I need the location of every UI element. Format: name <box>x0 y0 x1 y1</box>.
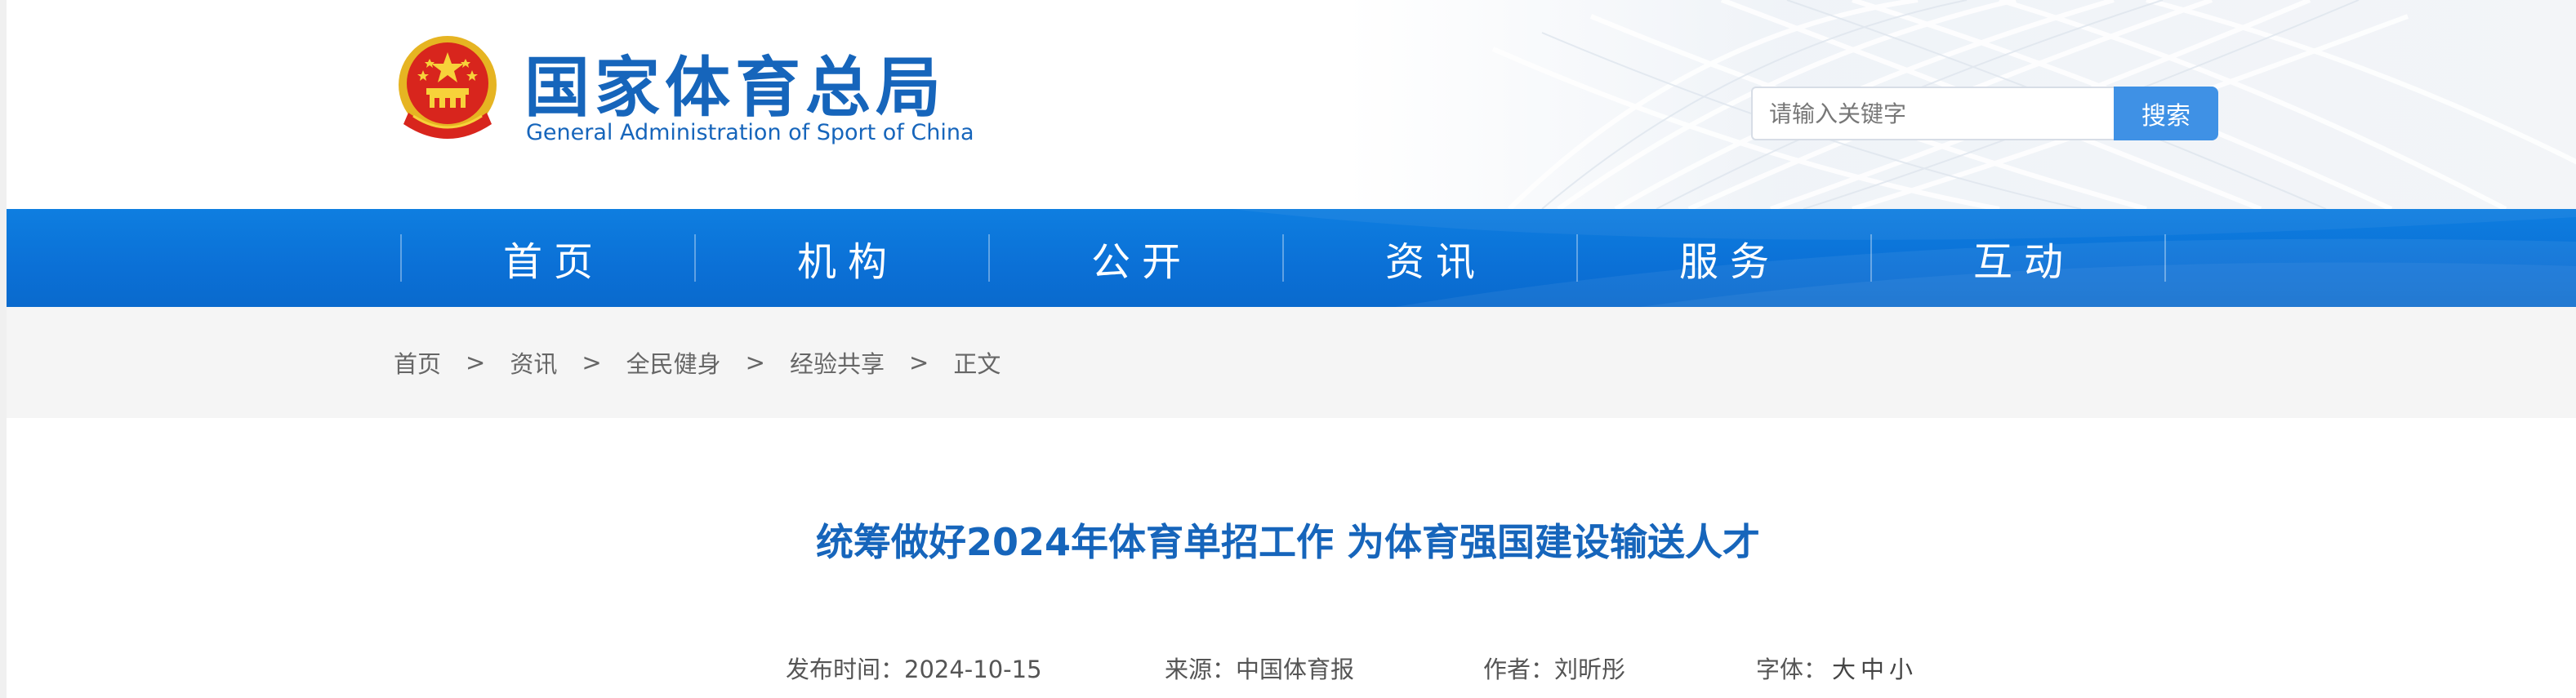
org-name-english: General Administration of Sport of China <box>526 120 974 145</box>
font-size-medium[interactable]: 中 <box>1861 656 1884 683</box>
breadcrumb-separator: > <box>582 349 602 376</box>
nav-item-disclosure[interactable]: 公开 <box>990 209 1282 307</box>
nav-divider <box>2164 234 2166 282</box>
site-logo[interactable]: 国家体育总局 General Administration of Sport o… <box>394 33 974 155</box>
breadcrumb-experience[interactable]: 经验共享 <box>790 345 885 380</box>
font-size-small[interactable]: 小 <box>1889 656 1913 683</box>
font-size-large[interactable]: 大 <box>1832 656 1856 683</box>
article-title: 统筹做好2024年体育单招工作 为体育强国建设输送人才 <box>815 520 1761 564</box>
publish-date: 发布时间：2024-10-15 <box>786 656 1042 683</box>
breadcrumb-separator: > <box>466 349 486 376</box>
breadcrumb-separator: > <box>909 349 929 376</box>
nav-item-services[interactable]: 服务 <box>1578 209 1870 307</box>
breadcrumb-home[interactable]: 首页 <box>394 345 441 380</box>
national-emblem-icon <box>399 36 497 139</box>
breadcrumb-fitness[interactable]: 全民健身 <box>626 345 721 380</box>
search-button[interactable]: 搜索 <box>2114 87 2218 140</box>
site-header: 国家体育总局 General Administration of Sport o… <box>7 0 2576 209</box>
main-nav: 首页 机构 公开 资讯 服务 互动 <box>7 209 2576 307</box>
breadcrumb-current: 正文 <box>953 350 1001 378</box>
font-size-control: 字体：大中小 <box>1756 653 1913 686</box>
nav-item-news[interactable]: 资讯 <box>1284 209 1576 307</box>
nav-item-interaction[interactable]: 互动 <box>1872 209 2164 307</box>
org-name-chinese: 国家体育总局 <box>524 50 946 126</box>
font-size-label: 字体： <box>1756 656 1828 683</box>
nav-item-institutions[interactable]: 机构 <box>696 209 988 307</box>
breadcrumb-separator: > <box>745 349 765 376</box>
article-author: 作者：刘昕彤 <box>1483 656 1626 683</box>
search-box: 搜索 <box>1751 87 2218 140</box>
breadcrumb-news[interactable]: 资讯 <box>510 345 557 380</box>
breadcrumb-bar: 首页 > 资讯 > 全民健身 > 经验共享 > 正文 <box>7 307 2576 418</box>
breadcrumb: 首页 > 资讯 > 全民健身 > 经验共享 > 正文 <box>394 307 1001 418</box>
article-source: 来源：中国体育报 <box>1165 656 1355 683</box>
nav-items: 首页 机构 公开 资讯 服务 互动 <box>400 209 2166 307</box>
search-input[interactable] <box>1751 87 2145 140</box>
page-left-edge <box>0 0 7 698</box>
nav-item-home[interactable]: 首页 <box>402 209 694 307</box>
